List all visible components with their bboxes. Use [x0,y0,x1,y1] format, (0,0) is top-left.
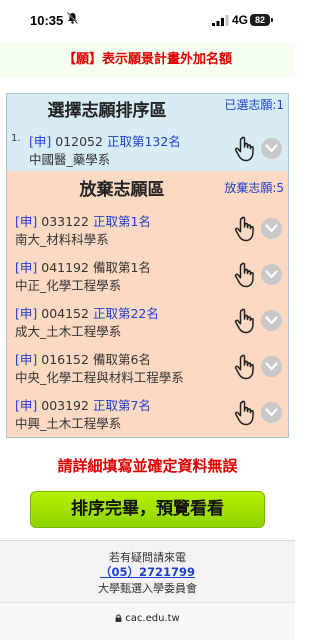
status-time: 10:35 [30,13,64,28]
item-department: 中正_化學工程學系 [15,278,122,293]
abandoned-area: 放棄志願區 放棄志願:5 [申] 033122 正取第1名 南大_材料科學系 [… [7,171,288,437]
item-status: 正取第132名 [106,134,181,149]
abandoned-count: 放棄志願:5 [224,181,284,195]
url-text: cac.edu.tw [125,613,180,624]
item-status: 備取第1名 [92,260,151,275]
item-department: 中國醫_藥學系 [29,152,111,167]
hand-pointer-icon[interactable] [232,307,258,335]
item-status: 正取第22名 [92,306,159,321]
item-header: [申] 012052 正取第132名 [29,131,181,150]
footer-contact-text: 若有疑問請來電 [109,551,186,564]
item-code: 012052 [55,134,103,149]
abandoned-item[interactable]: [申] 041192 備取第1名 中正_化學工程學系 [7,255,288,295]
preview-button[interactable]: 排序完畢，預覽看看 [30,491,265,528]
hand-pointer-icon[interactable] [232,215,258,243]
signal-icon [212,15,229,26]
chevron-down-icon[interactable] [261,356,282,377]
chevron-down-icon[interactable] [261,264,282,285]
lock-icon [115,614,122,622]
item-tag: [申] [15,398,38,413]
item-header: [申] 004152 正取第22名 [15,303,159,322]
bell-muted-icon [66,11,79,27]
selected-item[interactable]: 1. [申] 012052 正取第132名 中國醫_藥學系 [7,129,288,169]
selected-area: 選擇志願排序區 已選志願:1 1. [申] 012052 正取第132名 中國醫… [7,94,288,171]
footer-org: 大學甄選入學委員會 [98,582,197,595]
chevron-down-icon[interactable] [261,138,282,159]
network-type: 4G [232,13,249,27]
abandoned-item[interactable]: [申] 016152 備取第6名 中央_化學工程與材料工程學系 [7,347,288,387]
hand-pointer-icon[interactable] [232,399,258,427]
item-tag: [申] [15,214,38,229]
hand-pointer-icon[interactable] [232,353,258,381]
item-code: 016152 [41,352,89,367]
item-header: [申] 033122 正取第1名 [15,211,151,230]
item-status: 正取第7名 [92,398,151,413]
footer: 若有疑問請來電 （05）2721799 大學甄選入學委員會 [0,540,295,602]
item-header: [申] 016152 備取第6名 [15,349,151,368]
plan-notice: 【願】表示願景計畫外加名額 [0,42,295,78]
battery-tip [271,18,273,22]
confirm-warning: 請詳細填寫並確定資料無誤 [57,457,238,475]
item-header: [申] 003192 正取第7名 [15,395,151,414]
item-tag: [申] [15,260,38,275]
abandoned-item[interactable]: [申] 003192 正取第7名 中興_土木工程學系 [7,393,288,433]
chevron-down-icon[interactable] [261,402,282,423]
chevron-down-icon[interactable] [261,310,282,331]
abandoned-area-title: 放棄志願區 [79,180,165,200]
item-status: 備取第6名 [92,352,151,367]
hand-pointer-icon[interactable] [232,261,258,289]
item-rank: 1. [11,133,21,144]
hand-pointer-icon[interactable] [232,135,258,163]
selected-area-title: 選擇志願排序區 [47,101,167,121]
item-code: 041192 [41,260,89,275]
item-tag: [申] [29,134,52,149]
abandoned-item[interactable]: [申] 033122 正取第1名 南大_材料科學系 [7,209,288,249]
ranking-panel: 選擇志願排序區 已選志願:1 1. [申] 012052 正取第132名 中國醫… [6,93,289,438]
item-status: 正取第1名 [92,214,151,229]
item-department: 中央_化學工程與材料工程學系 [15,370,184,385]
item-code: 004152 [41,306,89,321]
item-code: 033122 [41,214,89,229]
browser-url-bar[interactable]: cac.edu.tw [0,602,295,640]
item-department: 成大_土木工程學系 [15,324,122,339]
selected-count: 已選志願:1 [224,98,284,112]
item-department: 南大_材料科學系 [15,232,109,247]
url-display: cac.edu.tw [0,613,295,624]
item-code: 003192 [41,398,89,413]
item-tag: [申] [15,352,38,367]
battery-icon: 82 [250,14,270,26]
chevron-down-icon[interactable] [261,218,282,239]
item-header: [申] 041192 備取第1名 [15,257,151,276]
item-department: 中興_土木工程學系 [15,416,122,431]
footer-phone-link[interactable]: （05）2721799 [0,564,295,580]
abandoned-item[interactable]: [申] 004152 正取第22名 成大_土木工程學系 [7,301,288,341]
status-bar: 10:35 4G 82 [0,0,295,42]
item-tag: [申] [15,306,38,321]
